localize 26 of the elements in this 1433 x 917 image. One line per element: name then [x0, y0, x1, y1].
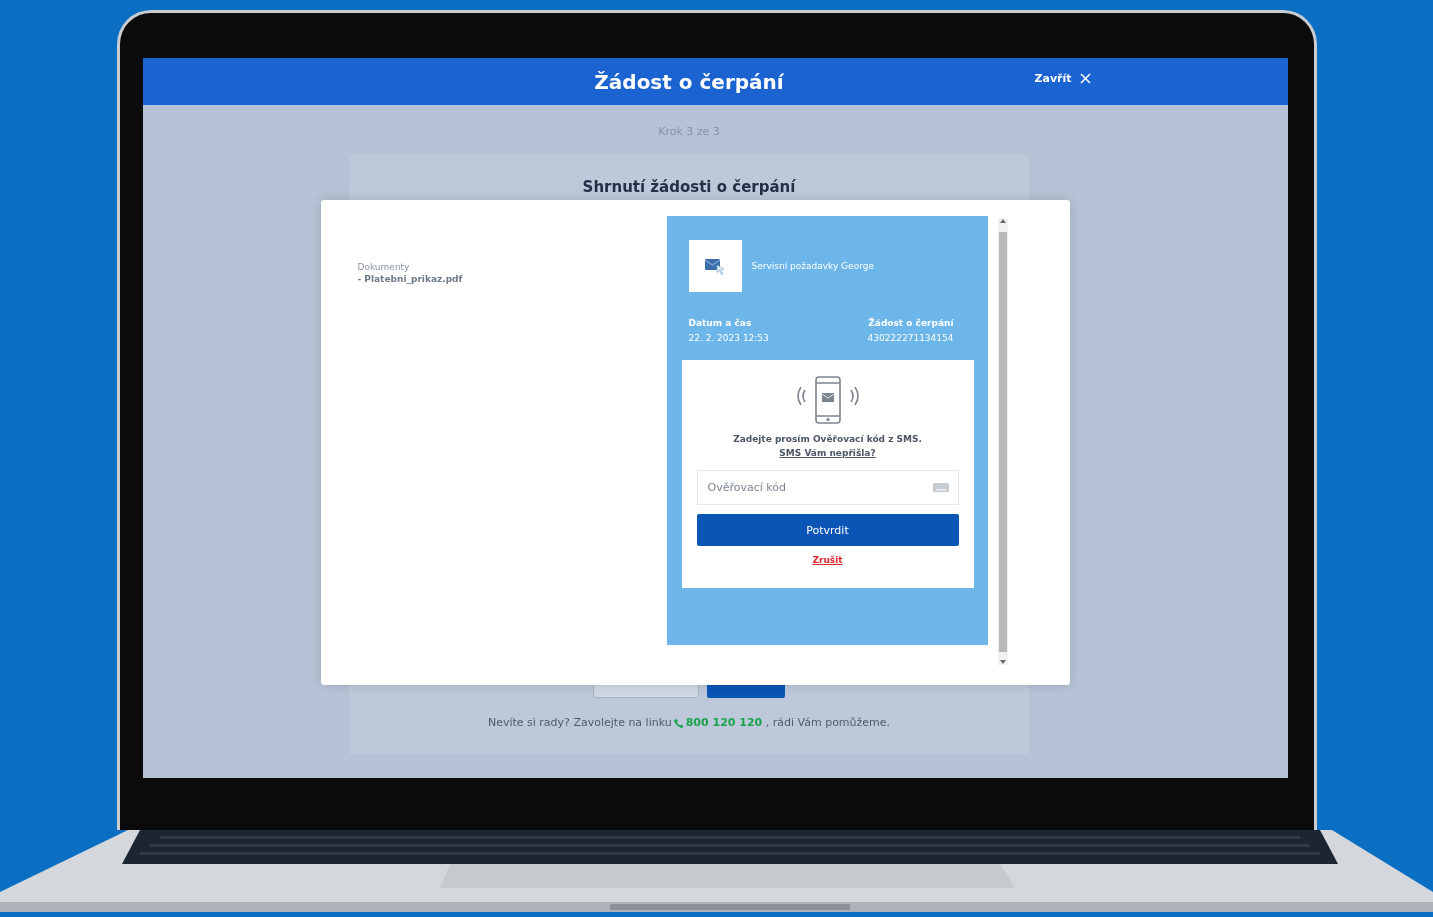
detail-label: Žádost o čerpání: [868, 318, 954, 328]
detail-label: Datum a čas: [688, 318, 753, 328]
document-link[interactable]: - Platebni_prikaz.pdf: [357, 274, 667, 284]
help-text: Nevíte si rady? Zavolejte na linku: [487, 716, 672, 729]
phone-message-icon: [796, 376, 859, 424]
close-button[interactable]: Zavřít: [1032, 70, 1093, 87]
phone-icon: [673, 717, 684, 728]
confirm-button[interactable]: Potvrdit: [696, 514, 959, 546]
code-input-field[interactable]: Ověřovací kód: [696, 470, 959, 505]
scroll-down-icon[interactable]: [999, 660, 1006, 665]
summary-title: Shrnutí žádosti o čerpání: [582, 178, 796, 196]
app-name: Servisní požadavky George: [751, 261, 874, 271]
instruction-text: Zadejte prosím Ověřovací kód z SMS.: [733, 434, 922, 444]
detail-value: 22. 2. 2023 12:53: [688, 333, 769, 343]
envelope-cursor-icon: [704, 257, 726, 275]
detail-value: 430222271134154: [867, 333, 954, 343]
documents-label: Dokumenty: [357, 262, 411, 272]
keyboard-icon: [932, 483, 949, 492]
scroll-up-icon[interactable]: [999, 218, 1006, 223]
help-text: , rádi Vám pomůžeme.: [764, 716, 891, 729]
scrollbar[interactable]: [997, 218, 1008, 665]
scrollbar-thumb[interactable]: [998, 231, 1007, 652]
close-icon: [1079, 73, 1091, 84]
window-title: Žádost o čerpání: [594, 69, 784, 94]
resend-link[interactable]: SMS Vám nepřišla?: [779, 448, 876, 458]
cancel-link[interactable]: Zrušit: [812, 555, 843, 565]
